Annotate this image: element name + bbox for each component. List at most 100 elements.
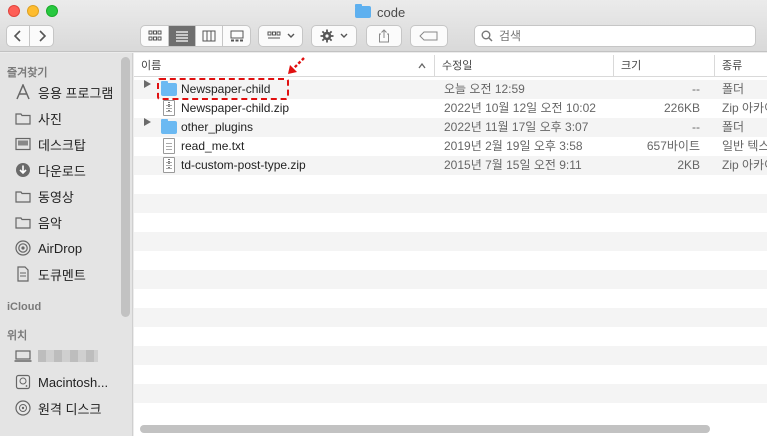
file-name: td-custom-post-type.zip — [181, 158, 306, 172]
sidebar-scrollbar[interactable] — [121, 57, 130, 317]
file-date: 오늘 오전 12:59 — [444, 82, 525, 96]
empty-row — [134, 308, 767, 327]
share-button[interactable] — [366, 25, 402, 47]
column-header-label: 크기 — [621, 60, 642, 72]
empty-row — [134, 289, 767, 308]
tag-button[interactable] — [410, 25, 448, 47]
empty-row — [134, 346, 767, 365]
column-header-date[interactable]: 수정일 — [434, 55, 613, 77]
file-date: 2019년 2월 19일 오후 3:58 — [444, 139, 583, 153]
icon-view-icon — [148, 30, 161, 41]
file-date: 2022년 11월 17일 오후 3:07 — [444, 120, 589, 134]
file-size: 2KB — [677, 158, 700, 172]
download-icon — [14, 161, 32, 179]
chevron-down-icon — [340, 33, 348, 38]
gallery-view-button[interactable] — [223, 26, 250, 46]
sidebar-item-label: Macintosh... — [38, 374, 109, 390]
remote-disc-icon — [14, 399, 32, 417]
horizontal-scrollbar[interactable] — [140, 425, 710, 433]
disclosure-triangle-icon[interactable] — [144, 118, 151, 126]
column-view-button[interactable] — [196, 26, 223, 46]
minimize-window-button[interactable] — [27, 5, 39, 17]
window-title-text: code — [377, 4, 406, 20]
column-header-size[interactable]: 크기 — [613, 55, 714, 77]
window-title: code — [355, 3, 405, 21]
column-header-kind[interactable]: 종류 — [714, 55, 767, 77]
text-file-icon — [163, 138, 175, 154]
column-header-label: 종류 — [722, 60, 743, 72]
sidebar-item-airdrop[interactable]: AirDrop — [14, 238, 82, 258]
empty-row — [134, 365, 767, 384]
document-icon — [14, 265, 32, 283]
sidebar-item-label: 사진 — [38, 111, 62, 127]
file-date: 2015년 7월 15일 오전 9:11 — [444, 158, 582, 172]
column-header-label: 이름 — [141, 60, 162, 72]
folder-icon — [14, 213, 32, 231]
favorites-header: 즐겨찾기 — [7, 67, 48, 79]
file-row-td-custom-post-type[interactable]: td-custom-post-type.zip 2015년 7월 15일 오전 … — [134, 156, 767, 175]
group-icon — [267, 31, 280, 39]
file-size: 226KB — [663, 101, 700, 115]
sidebar-item-photos[interactable]: 사진 — [14, 108, 62, 128]
sidebar-item-downloads[interactable]: 다운로드 — [14, 160, 86, 180]
file-date: 2022년 10월 12일 오전 10:02 — [444, 101, 596, 115]
search-input[interactable] — [499, 29, 739, 43]
sidebar-item-applications[interactable]: 응용 프로그램 — [14, 82, 113, 102]
file-row-newspaper-child-zip[interactable]: Newspaper-child.zip 2022년 10월 12일 오전 10:… — [134, 99, 767, 118]
sidebar-item-label: 응용 프로그램 — [38, 85, 114, 101]
sidebar-item-label: 데스크탑 — [38, 137, 86, 153]
disclosure-triangle-icon[interactable] — [144, 80, 151, 88]
column-header-name[interactable]: 이름 — [134, 55, 434, 77]
folder-icon — [161, 119, 177, 134]
sidebar-item-movies[interactable]: 동영상 — [14, 186, 74, 206]
icon-view-button[interactable] — [141, 26, 169, 46]
empty-row — [134, 403, 767, 422]
file-kind: 폴더 — [722, 120, 745, 134]
zip-file-icon — [163, 157, 175, 173]
computer-icon — [14, 347, 32, 365]
icloud-header: iCloud — [7, 301, 42, 313]
group-button[interactable] — [258, 25, 303, 47]
file-size: -- — [692, 120, 700, 134]
tag-icon — [419, 31, 438, 41]
desktop-icon — [14, 135, 32, 153]
folder-icon — [14, 187, 32, 205]
empty-row — [134, 232, 767, 251]
sidebar-item-label: 동영상 — [38, 189, 74, 205]
file-row-read-me[interactable]: read_me.txt 2019년 2월 19일 오후 3:58 657바이트 … — [134, 137, 767, 156]
chevron-left-icon — [13, 30, 21, 42]
empty-row — [134, 194, 767, 213]
sidebar: 즐겨찾기 응용 프로그램 사진 데스크탑 다운로드 동영상 음악 AirDrop… — [0, 53, 133, 436]
search-field[interactable] — [474, 25, 756, 47]
column-view-icon — [202, 30, 216, 42]
navigation-buttons — [6, 25, 54, 47]
forward-button[interactable] — [30, 26, 53, 46]
search-icon — [481, 30, 493, 42]
redacted-computer-name — [38, 350, 98, 362]
file-name: other_plugins — [181, 120, 254, 134]
gear-icon — [320, 29, 334, 43]
list-view-button[interactable] — [169, 26, 196, 46]
applications-icon — [14, 83, 32, 101]
file-kind: 일반 텍스 — [722, 139, 767, 153]
zoom-window-button[interactable] — [46, 5, 58, 17]
back-button[interactable] — [7, 26, 30, 46]
sidebar-item-remote-disc[interactable]: 원격 디스크 — [14, 398, 101, 418]
sidebar-item-label: AirDrop — [38, 240, 83, 256]
chevron-down-icon — [287, 33, 294, 38]
file-name: read_me.txt — [181, 139, 245, 153]
close-window-button[interactable] — [8, 5, 20, 17]
file-kind: Zip 아카이 — [722, 158, 767, 172]
locations-header: 위치 — [7, 330, 28, 342]
zip-file-icon — [163, 100, 175, 116]
sidebar-item-label: 원격 디스크 — [38, 401, 102, 417]
sidebar-item-macintosh[interactable]: Macintosh... — [14, 372, 108, 392]
sidebar-item-computer[interactable] — [14, 346, 98, 366]
file-size: -- — [692, 82, 700, 96]
file-row-other-plugins[interactable]: other_plugins 2022년 11월 17일 오후 3:07 -- 폴… — [134, 118, 767, 137]
action-button[interactable] — [311, 25, 357, 47]
sidebar-item-desktop[interactable]: 데스크탑 — [14, 134, 86, 154]
sidebar-item-documents[interactable]: 도큐멘트 — [14, 264, 86, 284]
sidebar-item-music[interactable]: 음악 — [14, 212, 62, 232]
chevron-right-icon — [38, 30, 46, 42]
